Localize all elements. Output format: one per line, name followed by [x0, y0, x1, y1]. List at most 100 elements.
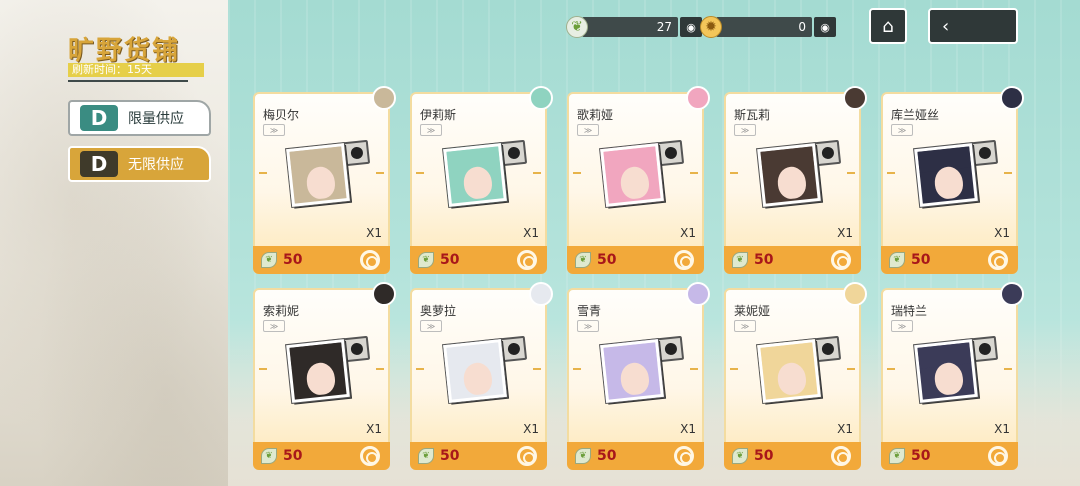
swirl-icon [831, 446, 851, 466]
tab-limited-supply-label: 限量供应 [128, 111, 184, 127]
price-bar[interactable]: ❦ 50 [881, 246, 1018, 274]
character-avatar [843, 282, 867, 306]
subtitle-divider [68, 80, 188, 82]
character-avatar [843, 86, 867, 110]
item-name: 瑞特兰 [891, 304, 928, 318]
item-quantity: X1 [523, 422, 539, 436]
item-quantity: X1 [837, 226, 853, 240]
divider [259, 368, 267, 370]
divider [690, 172, 698, 174]
leaf-token-icon: ❦ [418, 448, 434, 464]
shop-item-card[interactable]: 奥萝拉 ≫ X1 ❦ 50 [410, 282, 553, 470]
shop-item-card[interactable]: 伊莉斯 ≫ X1 ❦ 50 [410, 86, 553, 274]
leaf-token-icon: ❦ [418, 252, 434, 268]
price-bar[interactable]: ❦ 50 [567, 442, 704, 470]
character-portrait [757, 339, 821, 403]
divider [887, 368, 895, 370]
item-name: 奥萝拉 [420, 304, 457, 318]
item-type-tag: ≫ [734, 320, 756, 332]
leaf-token-icon: ❦ [732, 252, 748, 268]
portrait-face [305, 165, 337, 201]
leaf-token-icon: ❦ [889, 252, 905, 268]
character-avatar [686, 86, 710, 110]
item-price: 50 [597, 448, 617, 464]
shop-item-card[interactable]: 瑞特兰 ≫ X1 ❦ 50 [881, 282, 1024, 470]
price-bar[interactable]: ❦ 50 [567, 246, 704, 274]
item-name: 库兰娅丝 [891, 108, 940, 122]
portrait-face [462, 361, 494, 397]
item-name: 索莉妮 [263, 304, 300, 318]
divider [573, 368, 581, 370]
shop-item-card[interactable]: 雪青 ≫ X1 ❦ 50 [567, 282, 710, 470]
price-bar[interactable]: ❦ 50 [410, 442, 547, 470]
divider [416, 368, 424, 370]
item-price: 50 [597, 252, 617, 268]
character-avatar [529, 86, 553, 110]
tab-unlimited-supply[interactable]: D 无限供应 [68, 146, 211, 182]
item-quantity: X1 [837, 422, 853, 436]
leaf-token-icon: ❦ [575, 252, 591, 268]
swirl-icon [517, 250, 537, 270]
item-quantity: X1 [994, 226, 1010, 240]
leaf-currency-value: 27 [582, 17, 678, 37]
portrait-face [933, 361, 965, 397]
item-type-tag: ≫ [891, 320, 913, 332]
portrait-face [305, 361, 337, 397]
portrait-face [776, 361, 808, 397]
divider [533, 368, 541, 370]
item-type-tag: ≫ [577, 124, 599, 136]
character-portrait [443, 143, 507, 207]
home-icon: ⌂ [882, 15, 894, 37]
item-price: 50 [283, 448, 303, 464]
home-button[interactable]: ⌂ [869, 8, 907, 44]
item-name: 雪青 [577, 304, 602, 318]
tab-limited-supply[interactable]: D 限量供应 [68, 100, 211, 136]
character-avatar [372, 282, 396, 306]
shop-item-card[interactable]: 索莉妮 ≫ X1 ❦ 50 [253, 282, 396, 470]
swirl-icon [674, 446, 694, 466]
character-portrait [757, 143, 821, 207]
divider [730, 368, 738, 370]
eye-icon[interactable]: ◉ [680, 17, 702, 37]
swirl-icon [988, 250, 1008, 270]
divider [533, 172, 541, 174]
eye-icon[interactable]: ◉ [814, 17, 836, 37]
item-name: 斯瓦莉 [734, 108, 771, 122]
divider [573, 172, 581, 174]
divider [847, 172, 855, 174]
gold-currency-value: 0 [716, 17, 812, 37]
swirl-icon [674, 250, 694, 270]
leaf-token-icon: ❦ [261, 448, 277, 464]
price-bar[interactable]: ❦ 50 [410, 246, 547, 274]
leaf-currency: ❦ 27 ◉ [566, 16, 702, 38]
divider [1004, 172, 1012, 174]
item-name: 歌莉娅 [577, 108, 614, 122]
character-portrait [914, 143, 978, 207]
leaf-token-icon: ❦ [732, 448, 748, 464]
price-bar[interactable]: ❦ 50 [881, 442, 1018, 470]
price-bar[interactable]: ❦ 50 [253, 246, 390, 274]
item-type-tag: ≫ [263, 320, 285, 332]
portrait-face [462, 165, 494, 201]
swirl-icon [988, 446, 1008, 466]
shop-item-card[interactable]: 梅贝尔 ≫ X1 ❦ 50 [253, 86, 396, 274]
leaf-token-icon: ❦ [889, 448, 905, 464]
divider [416, 172, 424, 174]
shop-item-card[interactable]: 库兰娅丝 ≫ X1 ❦ 50 [881, 86, 1024, 274]
back-arrow-icon: ‹ [942, 15, 950, 37]
price-bar[interactable]: ❦ 50 [724, 246, 861, 274]
shop-item-card[interactable]: 斯瓦莉 ≫ X1 ❦ 50 [724, 86, 867, 274]
character-avatar [1000, 282, 1024, 306]
shop-item-card[interactable]: 歌莉娅 ≫ X1 ❦ 50 [567, 86, 710, 274]
item-price: 50 [911, 252, 931, 268]
shop-item-card[interactable]: 莱妮娅 ≫ X1 ❦ 50 [724, 282, 867, 470]
back-button[interactable]: ‹ [928, 8, 1018, 44]
divider [730, 172, 738, 174]
price-bar[interactable]: ❦ 50 [253, 442, 390, 470]
item-name: 梅贝尔 [263, 108, 300, 122]
item-grid: 梅贝尔 ≫ X1 ❦ 50 伊莉斯 ≫ X1 ❦ 50 歌莉娅 ≫ X1 ❦ 5… [253, 86, 1024, 472]
divider [376, 368, 384, 370]
divider [887, 172, 895, 174]
d-shield-icon: D [80, 105, 118, 131]
price-bar[interactable]: ❦ 50 [724, 442, 861, 470]
